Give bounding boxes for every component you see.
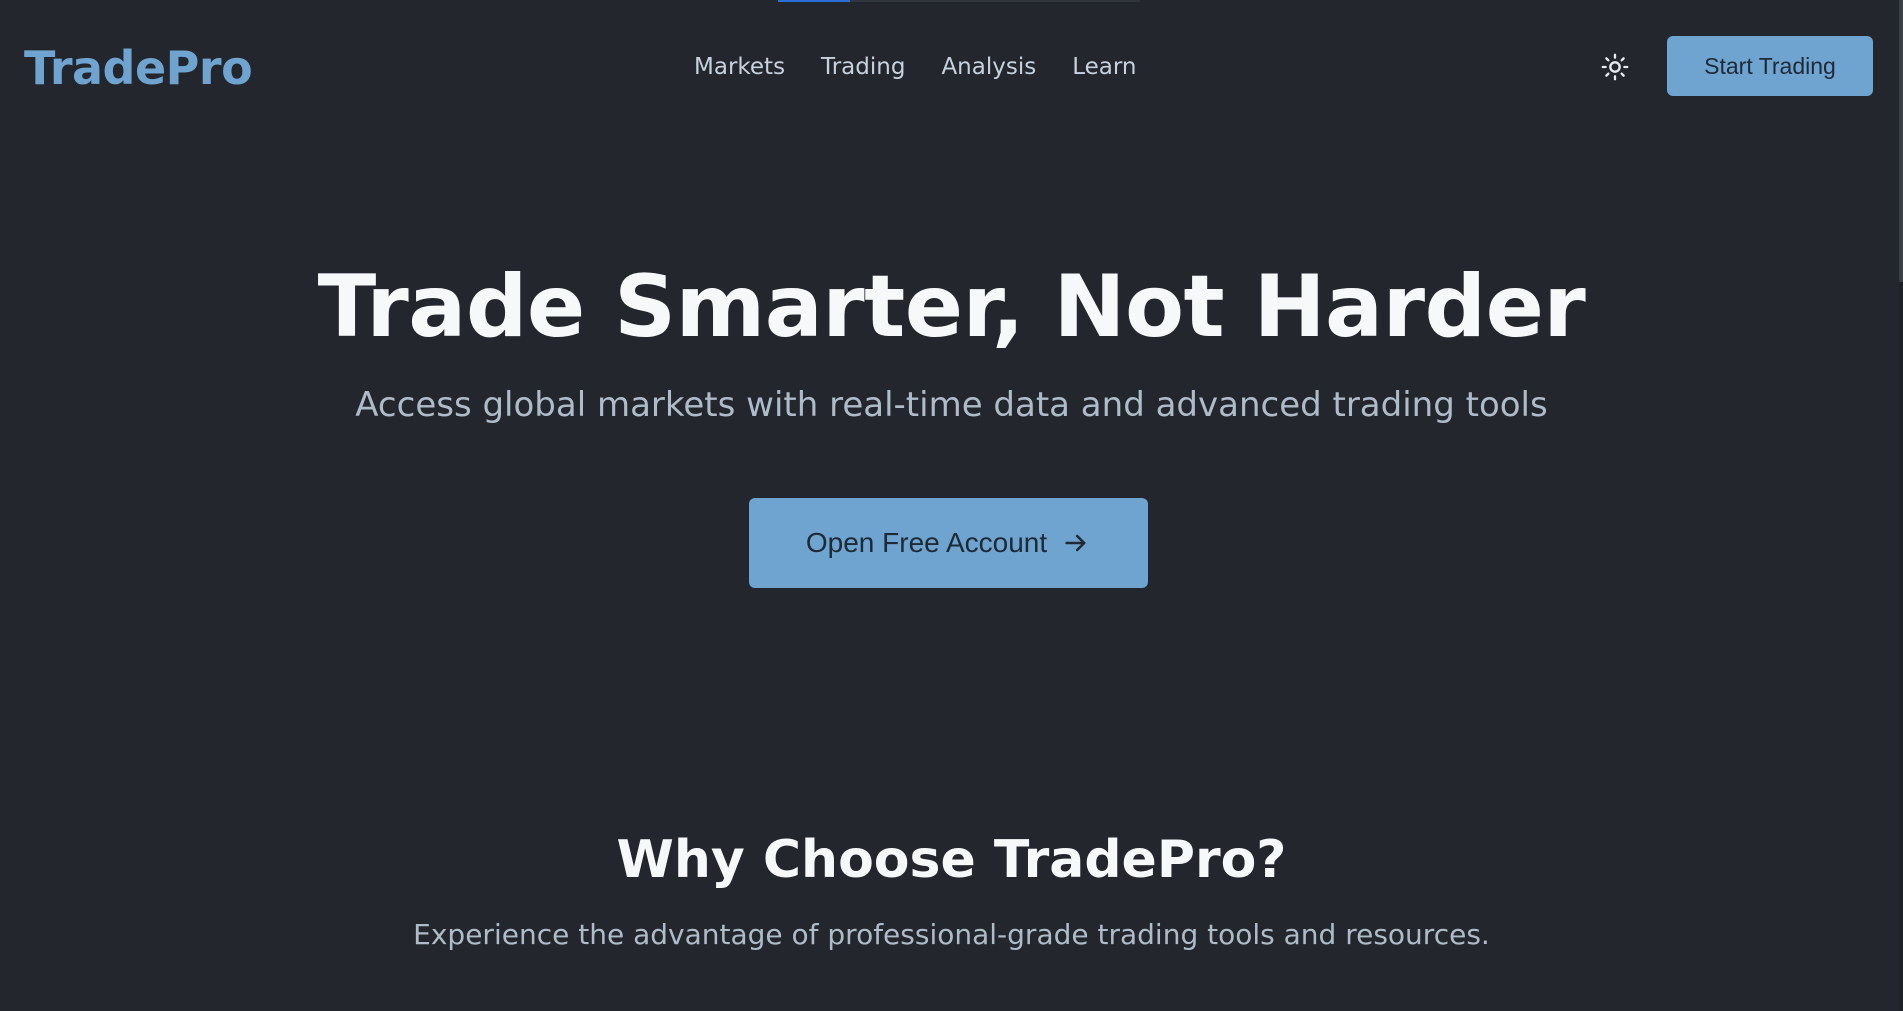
start-trading-button[interactable]: Start Trading (1667, 36, 1873, 96)
open-free-account-button[interactable]: Open Free Account (749, 498, 1148, 588)
features-subtitle: Experience the advantage of professional… (413, 918, 1490, 951)
sun-icon (1601, 53, 1629, 81)
nav-item-learn[interactable]: Learn (1072, 50, 1136, 84)
nav-item-analysis[interactable]: Analysis (941, 50, 1036, 84)
main-nav: Markets Trading Analysis Learn (694, 50, 1173, 84)
page-scrollbar[interactable] (1899, 0, 1903, 1011)
open-free-account-label: Open Free Account (805, 527, 1048, 558)
page: TradePro Markets Trading Analysis Learn … (0, 0, 1903, 1011)
theme-toggle-button[interactable] (1598, 50, 1632, 84)
nav-item-trading[interactable]: Trading (821, 50, 905, 84)
features-title: Why Choose TradePro? (616, 830, 1287, 890)
site-header: TradePro Markets Trading Analysis Learn … (0, 0, 1903, 136)
nav-item-markets[interactable]: Markets (694, 50, 785, 84)
arrow-right-icon (1061, 528, 1091, 558)
hero-title: Trade Smarter, Not Harder (317, 257, 1586, 357)
brand-logo[interactable]: TradePro (24, 38, 253, 98)
hero-subtitle: Access global markets with real-time dat… (355, 385, 1548, 425)
scrollbar-thumb[interactable] (1899, 0, 1903, 282)
